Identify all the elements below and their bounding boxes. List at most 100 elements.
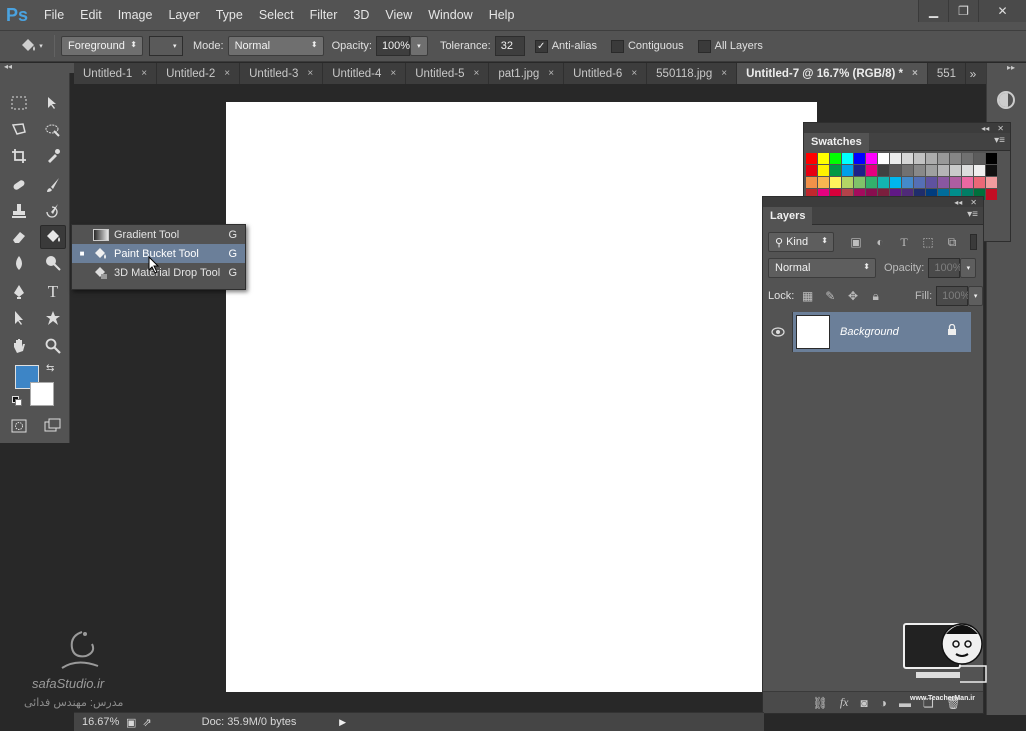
swatch[interactable] xyxy=(986,189,997,200)
filter-shape-icon[interactable]: ⬚ xyxy=(920,234,936,250)
swatch[interactable] xyxy=(926,177,937,188)
tab-document[interactable]: Untitled-3 × xyxy=(240,63,324,84)
swatch[interactable] xyxy=(914,165,925,176)
swatch[interactable] xyxy=(842,153,853,164)
tools-panel-header[interactable]: ◂◂ xyxy=(0,62,74,73)
mode-select[interactable]: Normal ⬍ xyxy=(227,36,324,56)
layer-opacity-dropdown[interactable]: ▾ xyxy=(960,258,977,278)
all-layers-checkbox[interactable] xyxy=(697,39,711,53)
swatch[interactable] xyxy=(842,165,853,176)
zoom-level[interactable]: 16.67% xyxy=(82,716,122,728)
pen-tool[interactable] xyxy=(6,280,32,304)
layer-name[interactable]: Background xyxy=(840,326,899,338)
dock-collapse-icon[interactable]: ▸▸ xyxy=(987,63,1026,75)
filter-pixel-icon[interactable]: ▣ xyxy=(848,234,864,250)
move-tool[interactable] xyxy=(40,91,66,115)
quick-selection-tool[interactable] xyxy=(40,118,66,142)
type-tool[interactable]: T xyxy=(40,280,66,304)
swatch[interactable] xyxy=(854,177,865,188)
panel-menu-icon[interactable]: ▾≡ xyxy=(967,209,978,220)
filter-smart-object-icon[interactable]: ⧉ xyxy=(944,234,960,250)
swatch[interactable] xyxy=(830,177,841,188)
fill-input[interactable]: 100% xyxy=(936,286,970,306)
swatch[interactable] xyxy=(914,153,925,164)
menu-file[interactable]: File xyxy=(36,0,72,30)
swatch[interactable] xyxy=(806,165,817,176)
lock-position-icon[interactable]: ✥ xyxy=(846,288,861,304)
layer-opacity-input[interactable]: 100% xyxy=(928,258,963,278)
swatch[interactable] xyxy=(986,165,997,176)
swatch[interactable] xyxy=(950,153,961,164)
tab-layers[interactable]: Layers xyxy=(763,206,813,225)
tab-close-icon[interactable]: × xyxy=(390,68,396,79)
swatch[interactable] xyxy=(866,165,877,176)
link-layers-icon[interactable]: ⛓︎ xyxy=(813,696,828,710)
swatch[interactable] xyxy=(902,153,913,164)
swatch[interactable] xyxy=(866,177,877,188)
tab-swatches[interactable]: Swatches xyxy=(804,132,869,151)
document-canvas[interactable] xyxy=(226,102,817,692)
swatch[interactable] xyxy=(974,153,985,164)
visibility-eye-icon[interactable] xyxy=(763,312,793,352)
swatch[interactable] xyxy=(986,177,997,188)
contiguous-checkbox[interactable] xyxy=(610,39,624,53)
adjustments-panel-icon[interactable] xyxy=(997,91,1015,109)
menu-edit[interactable]: Edit xyxy=(72,0,110,30)
zoom-tool[interactable] xyxy=(40,334,66,358)
swatch[interactable] xyxy=(938,153,949,164)
menu-filter[interactable]: Filter xyxy=(302,0,346,30)
filter-adjustment-icon[interactable]: ◐ xyxy=(872,234,888,250)
swatch[interactable] xyxy=(926,165,937,176)
swatch[interactable] xyxy=(986,153,997,164)
swatch[interactable] xyxy=(962,165,973,176)
swatch[interactable] xyxy=(950,177,961,188)
swatch[interactable] xyxy=(854,165,865,176)
swatch[interactable] xyxy=(806,177,817,188)
hand-tool[interactable] xyxy=(6,334,32,358)
filter-kind-select[interactable]: ⚲ Kind ⬍ xyxy=(768,232,834,252)
restore-button[interactable]: ❐ xyxy=(948,0,978,22)
collapse-icon[interactable]: ◂◂ xyxy=(954,198,962,207)
swatch[interactable] xyxy=(974,165,985,176)
menu-image[interactable]: Image xyxy=(110,0,161,30)
menu-layer[interactable]: Layer xyxy=(160,0,207,30)
rectangular-marquee-tool[interactable] xyxy=(6,91,32,115)
clone-stamp-tool[interactable] xyxy=(6,199,32,223)
tab-document[interactable]: Untitled-4 × xyxy=(323,63,407,84)
custom-shape-tool[interactable] xyxy=(40,306,66,330)
menu-type[interactable]: Type xyxy=(208,0,251,30)
swatch[interactable] xyxy=(938,165,949,176)
fill-dropdown[interactable]: ▾ xyxy=(968,286,983,306)
lock-all-icon[interactable]: 🔒︎ xyxy=(868,288,883,304)
opacity-dropdown-button[interactable]: ▾ xyxy=(409,36,428,56)
swatch[interactable] xyxy=(806,153,817,164)
layer-style-fx-icon[interactable]: fx xyxy=(840,695,849,710)
menu-3d[interactable]: 3D xyxy=(345,0,377,30)
tab-document[interactable]: Untitled-5 × xyxy=(406,63,490,84)
status-menu-arrow-icon[interactable]: ▶ xyxy=(339,717,346,728)
path-selection-tool[interactable] xyxy=(6,306,32,330)
filter-type-icon[interactable]: T xyxy=(896,234,912,250)
dodge-tool[interactable] xyxy=(40,251,66,275)
swatch[interactable] xyxy=(902,165,913,176)
swatch[interactable] xyxy=(902,177,913,188)
new-adjustment-layer-icon[interactable]: ◑ xyxy=(880,696,887,710)
lock-image-pixels-icon[interactable]: ✎ xyxy=(823,288,838,304)
swatch[interactable] xyxy=(926,153,937,164)
swatch[interactable] xyxy=(890,153,901,164)
paint-bucket-tool-preset-icon[interactable]: ▾ xyxy=(14,35,48,57)
opacity-input[interactable]: 100% xyxy=(375,36,410,56)
tab-close-icon[interactable]: × xyxy=(912,68,918,79)
swatch[interactable] xyxy=(974,177,985,188)
layer-thumbnail[interactable] xyxy=(796,315,830,349)
lock-transparent-pixels-icon[interactable]: ▦ xyxy=(800,288,815,304)
spot-healing-brush-tool[interactable] xyxy=(6,173,32,197)
swatch[interactable] xyxy=(962,177,973,188)
tolerance-input[interactable]: 32 xyxy=(494,36,525,56)
tab-document[interactable]: Untitled-2 × xyxy=(157,63,241,84)
anti-alias-checkbox[interactable]: ✓ xyxy=(534,39,548,53)
blend-mode-select[interactable]: Normal ⬍ xyxy=(768,258,876,278)
default-colors-icon[interactable] xyxy=(12,396,22,406)
tab-close-icon[interactable]: × xyxy=(141,68,147,79)
swatch[interactable] xyxy=(818,153,829,164)
